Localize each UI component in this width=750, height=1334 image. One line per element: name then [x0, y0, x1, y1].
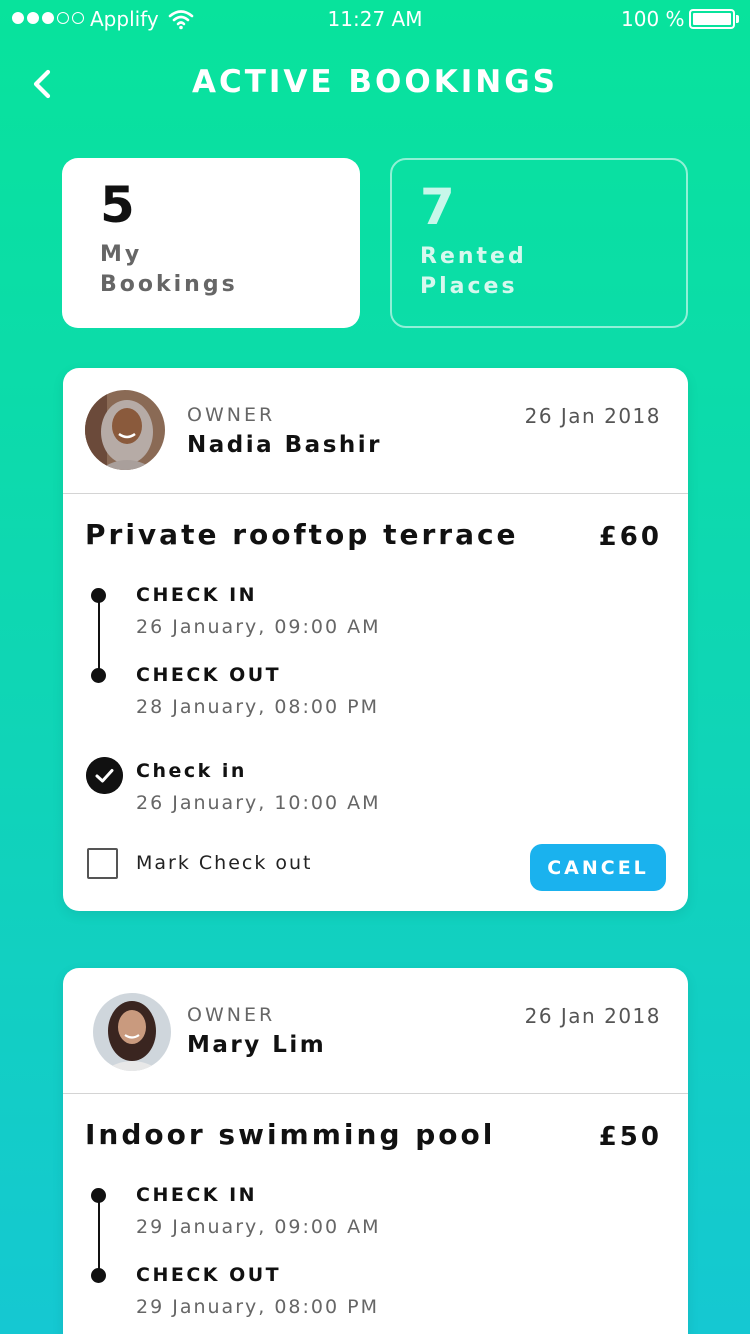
booking-date: 26 Jan 2018 — [524, 1004, 661, 1028]
mark-check-out-label[interactable]: Mark Check out — [136, 852, 313, 874]
place-title: Indoor swimming pool — [85, 1118, 496, 1151]
checked-in-label: Check in — [136, 760, 247, 782]
owner-label: OWNER — [187, 1004, 276, 1026]
status-bar: Applify 11:27 AM 100 % — [0, 0, 750, 40]
owner-label: OWNER — [187, 404, 276, 426]
cancel-button[interactable]: CANCEL — [530, 844, 666, 891]
timeline-dot — [91, 668, 106, 683]
booking-card-header: OWNER Mary Lim 26 Jan 2018 — [63, 968, 688, 1094]
my-bookings-label: My Bookings — [100, 242, 238, 297]
check-out-time: 28 January, 08:00 PM — [136, 696, 379, 718]
place-title: Private rooftop terrace — [85, 518, 519, 551]
check-out-time: 29 January, 08:00 PM — [136, 1296, 379, 1318]
booking-card[interactable]: OWNER Nadia Bashir 26 Jan 2018 Private r… — [63, 368, 688, 911]
timeline-line — [98, 596, 100, 676]
check-in-time: 29 January, 09:00 AM — [136, 1216, 381, 1238]
timeline-dot — [91, 1268, 106, 1283]
check-out-label: CHECK OUT — [136, 664, 282, 686]
place-price: £60 — [598, 522, 662, 552]
battery-tip — [736, 15, 739, 23]
battery-percent: 100 % — [621, 7, 685, 31]
timeline-dot — [91, 588, 106, 603]
booking-date: 26 Jan 2018 — [524, 404, 661, 428]
place-price: £50 — [598, 1122, 662, 1152]
check-out-label: CHECK OUT — [136, 1264, 282, 1286]
rented-places-count: 7 — [420, 178, 455, 236]
check-in-label: CHECK IN — [136, 1184, 258, 1206]
my-bookings-count: 5 — [100, 176, 135, 234]
rented-places-card[interactable]: 7 Rented Places — [390, 158, 688, 328]
timeline-dot — [91, 1188, 106, 1203]
battery-icon — [689, 9, 735, 29]
page-title: ACTIVE BOOKINGS — [192, 64, 558, 100]
rented-places-label: Rented Places — [420, 244, 527, 299]
mark-check-out-checkbox[interactable] — [87, 848, 118, 879]
timeline-line — [98, 1196, 100, 1276]
booking-card-header: OWNER Nadia Bashir 26 Jan 2018 — [63, 368, 688, 494]
check-in-label: CHECK IN — [136, 584, 258, 606]
owner-avatar — [93, 993, 171, 1071]
my-bookings-card[interactable]: 5 My Bookings — [62, 158, 360, 328]
owner-name: Mary Lim — [187, 1032, 327, 1058]
check-in-time: 26 January, 09:00 AM — [136, 616, 381, 638]
owner-avatar — [85, 390, 165, 470]
booking-card[interactable]: OWNER Mary Lim 26 Jan 2018 Indoor swimmi… — [63, 968, 688, 1334]
checked-in-time: 26 January, 10:00 AM — [136, 792, 381, 814]
owner-name: Nadia Bashir — [187, 432, 382, 458]
checkmark-circle-icon — [86, 757, 123, 794]
